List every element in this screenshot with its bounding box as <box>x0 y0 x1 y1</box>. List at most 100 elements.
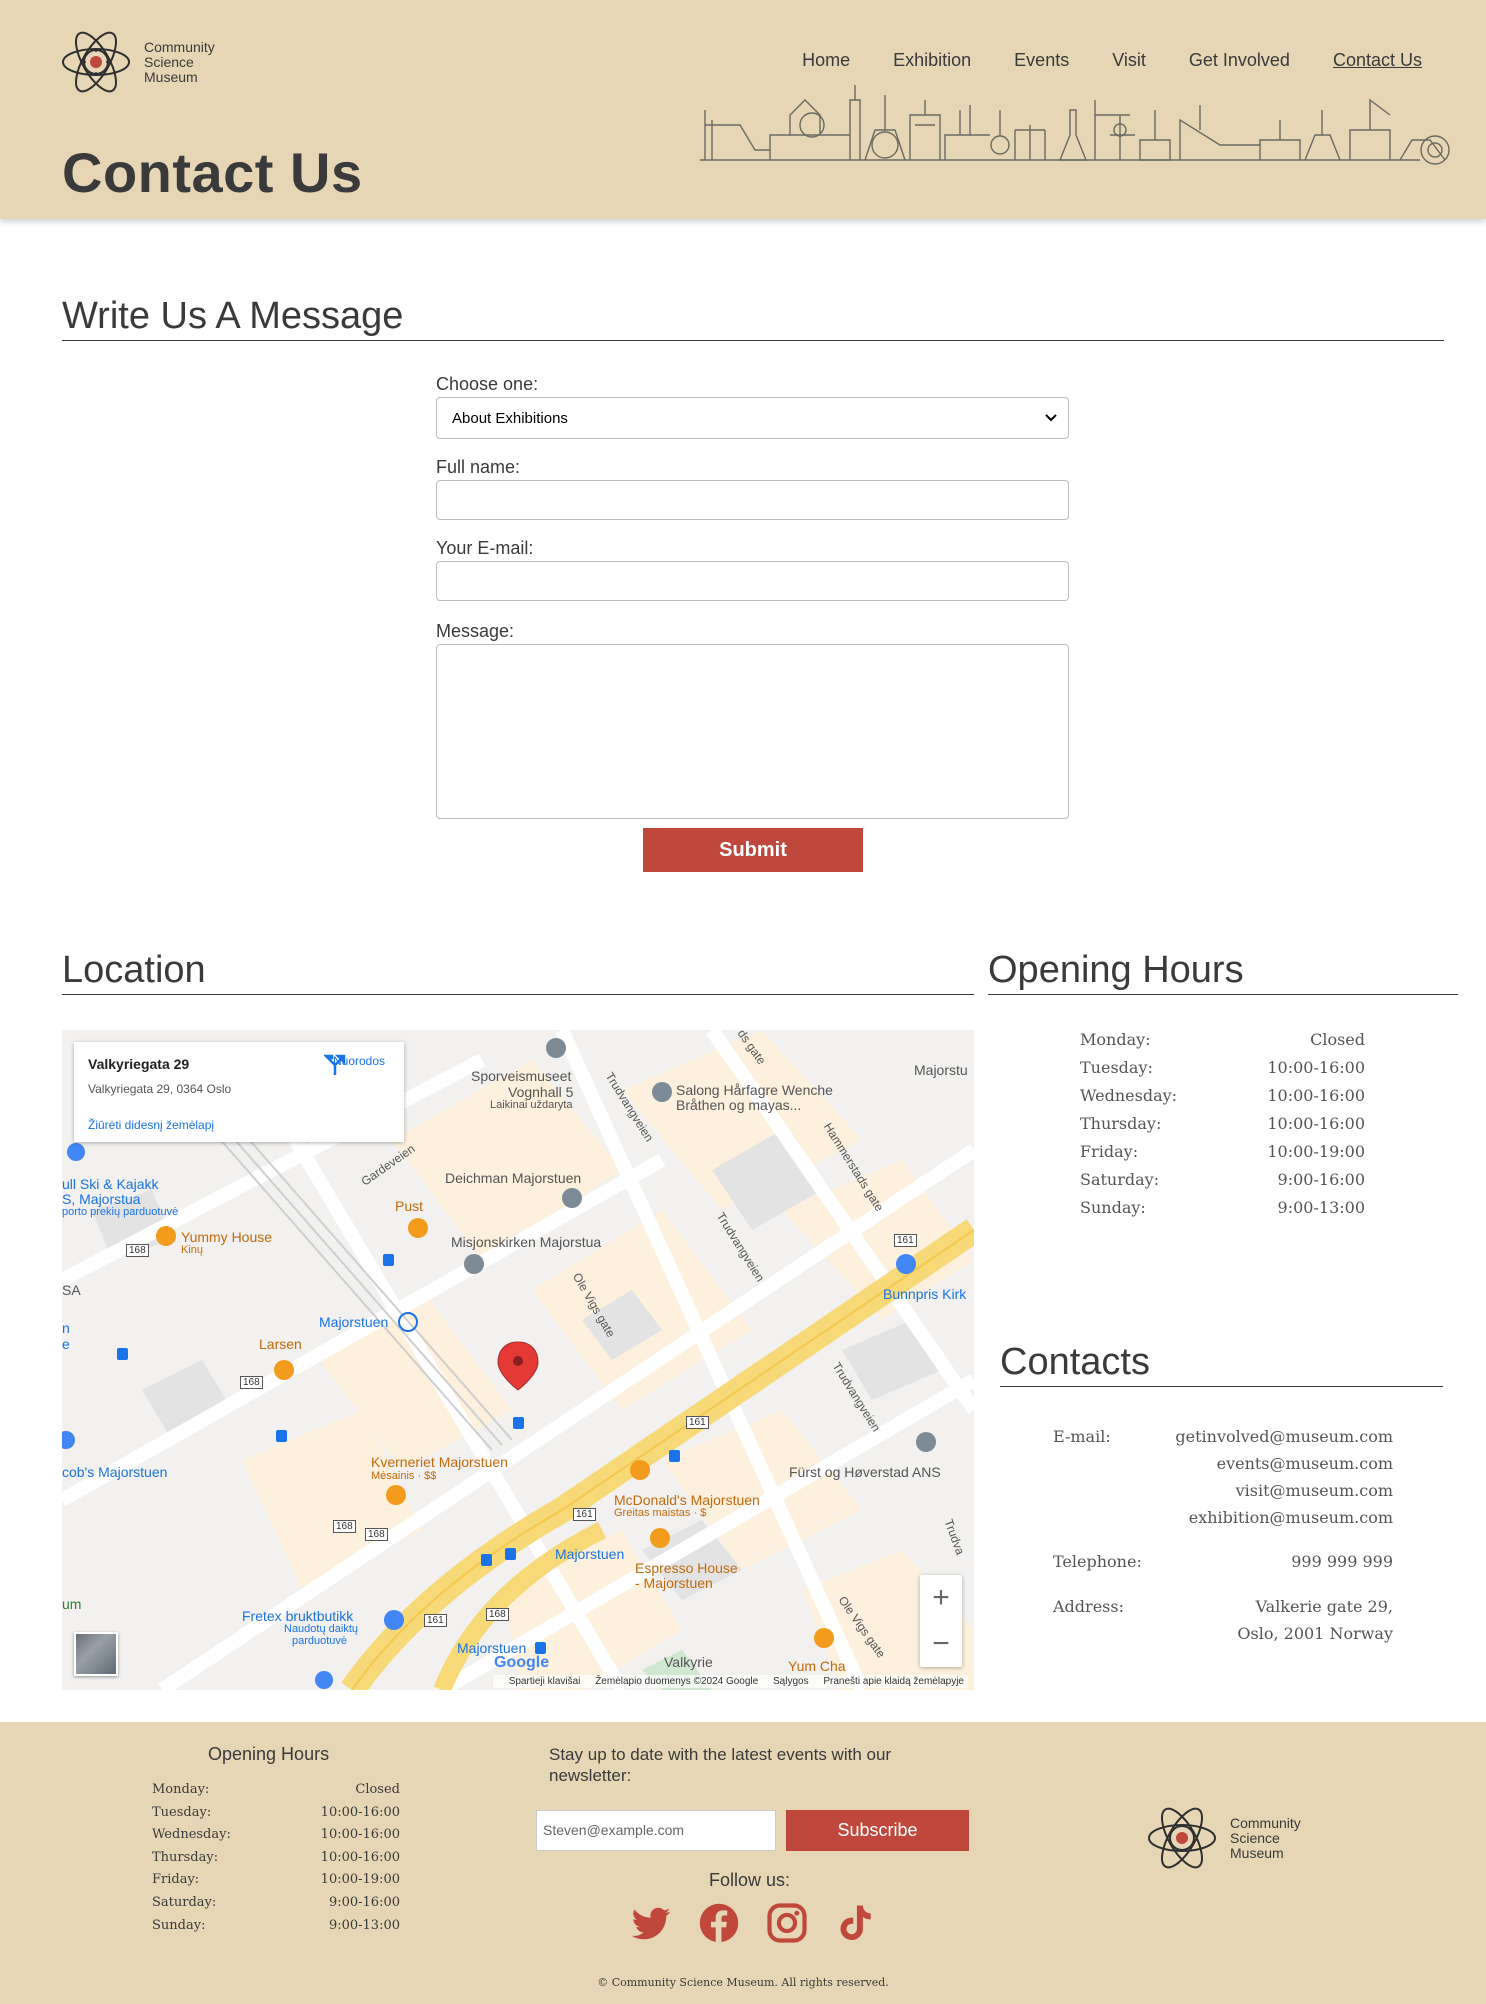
topic-select[interactable]: About Exhibitions <box>436 397 1069 439</box>
opening-hours-list: Monday: Closed Tuesday: 10:00-16:00 Wednes… <box>1080 1030 1365 1226</box>
hours-time: 10:00-19:00 <box>1267 1142 1365 1161</box>
hours-row: Sunday: 9:00-13:00 <box>1080 1198 1365 1226</box>
hours-day: Sunday: <box>1080 1198 1146 1217</box>
footer-hours-day: Saturday: <box>152 1894 217 1910</box>
follow-us-label: Follow us: <box>709 1870 791 1890</box>
newsletter-email-input[interactable]: Steven@example.com <box>536 1810 776 1851</box>
contact-phone-label: Telephone: <box>1053 1552 1142 1571</box>
map-label-ski-2: S, Majorstua <box>62 1191 141 1207</box>
instagram-icon[interactable] <box>766 1902 808 1944</box>
logo-line-2: Science <box>1230 1829 1280 1846</box>
footer-hours-day: Monday: <box>152 1782 210 1797</box>
full-name-label: Full name: <box>436 457 521 477</box>
map-road-168-d: 168 <box>365 1528 388 1541</box>
map-satellite-toggle[interactable] <box>74 1632 118 1676</box>
message-textarea[interactable] <box>436 644 1069 819</box>
map-label-um: um <box>62 1596 82 1612</box>
hours-day: Saturday: <box>1080 1170 1160 1189</box>
social-links <box>630 1902 876 1944</box>
map-zoom-in-button[interactable]: + <box>920 1575 962 1621</box>
map-label-kinu: Kinų <box>181 1244 204 1256</box>
contact-address-line-1: Valkerie gate 29, <box>1255 1597 1393 1616</box>
contact-address-row: Address: Valkerie gate 29, Oslo, 2001 No… <box>1053 1597 1393 1651</box>
map-shortcuts-link[interactable]: Spartieji klavišai <box>509 1676 581 1687</box>
map-card-larger-map-link[interactable]: Žiūrėti didesnį žemėlapį <box>88 1118 214 1132</box>
map-zoom-out-button[interactable]: − <box>920 1621 962 1667</box>
main-nav: Home Exhibition Events Visit Get Involve… <box>759 50 1422 71</box>
footer-logo-text: Community Science Museum <box>1230 1814 1330 1861</box>
hours-time: Closed <box>1310 1030 1365 1049</box>
facebook-icon[interactable] <box>698 1902 740 1944</box>
hours-time: 9:00-13:00 <box>1277 1198 1365 1217</box>
footer-hours-time: 10:00-16:00 <box>320 1804 400 1820</box>
hours-row: Saturday: 9:00-16:00 <box>1080 1170 1365 1198</box>
contact-email-label: E-mail: <box>1053 1427 1111 1446</box>
map-card-title: Valkyriegata 29 <box>88 1056 190 1072</box>
hours-row: Tuesday: 10:00-16:00 <box>1080 1058 1365 1086</box>
map-card-address: Valkyriegata 29, 0364 Oslo <box>88 1082 232 1096</box>
nav-contact-us[interactable]: Contact Us <box>1333 50 1422 71</box>
nav-visit[interactable]: Visit <box>1112 50 1146 71</box>
map-directions-button[interactable]: Nuorodos <box>324 1054 394 1075</box>
map-label-e: e <box>62 1336 70 1352</box>
footer-hours-row: Saturday: 9:00-16:00 <box>152 1895 400 1918</box>
nav-events[interactable]: Events <box>1014 50 1069 71</box>
hours-row: Thursday: 10:00-16:00 <box>1080 1114 1365 1142</box>
map-label-salong: Salong Hårfagre Wenche <box>676 1082 833 1098</box>
map-label-vognhall: Vognhall 5 <box>508 1084 574 1100</box>
logo-line-3: Museum <box>144 68 198 85</box>
map-road-168-c: 168 <box>333 1520 356 1533</box>
nav-exhibition[interactable]: Exhibition <box>893 50 971 71</box>
subscribe-button[interactable]: Subscribe <box>786 1810 969 1851</box>
hours-time: 10:00-16:00 <box>1267 1114 1365 1133</box>
directions-icon <box>324 1054 346 1075</box>
map-embed[interactable]: Sporveismuseet Vognhall 5 Laikinai uždar… <box>62 1030 974 1690</box>
contact-address-line-2: Oslo, 2001 Norway <box>1237 1624 1393 1643</box>
hours-row: Wednesday: 10:00-16:00 <box>1080 1086 1365 1114</box>
contact-email-value[interactable]: exhibition@museum.com <box>1175 1508 1393 1535</box>
full-name-input[interactable] <box>436 480 1069 520</box>
nav-get-involved[interactable]: Get Involved <box>1189 50 1290 71</box>
contact-email-value[interactable]: events@museum.com <box>1175 1454 1393 1481</box>
site-logo[interactable]: Community Science Museum <box>60 28 244 96</box>
map-road-161-b: 161 <box>686 1416 709 1429</box>
logo-line-3: Museum <box>1230 1844 1284 1861</box>
map-label-mcdonalds: McDonald's Majorstuen <box>614 1492 760 1508</box>
footer-hours-day: Wednesday: <box>152 1827 231 1843</box>
lab-equipment-illustration <box>700 85 1450 165</box>
footer-hours-day: Thursday: <box>152 1849 219 1865</box>
map-label-sporveismuseet: Sporveismuseet <box>471 1068 572 1084</box>
footer-hours-row: Wednesday: 10:00-16:00 <box>152 1827 400 1850</box>
map-label-fretex: Fretex bruktbutikk <box>242 1608 354 1624</box>
map-label-laikinai: Laikinai uždaryta <box>490 1099 573 1111</box>
hours-time: 9:00-16:00 <box>1277 1170 1365 1189</box>
map-label-kverneriet: Kverneriet Majorstuen <box>371 1454 508 1470</box>
map-label-espresso-1: Espresso House <box>635 1560 738 1576</box>
footer-hours-row: Tuesday: 10:00-16:00 <box>152 1805 400 1828</box>
contact-phone-value[interactable]: 999 999 999 <box>1291 1552 1393 1579</box>
email-input[interactable] <box>436 561 1069 601</box>
logo-line-1: Community <box>144 38 215 55</box>
map-road-161-d: 161 <box>424 1614 447 1627</box>
logo-line-1: Community <box>1230 1814 1301 1831</box>
hours-time: 10:00-16:00 <box>1267 1086 1365 1105</box>
footer-hours-day: Friday: <box>152 1872 200 1888</box>
contact-email-value[interactable]: getinvolved@museum.com <box>1175 1427 1393 1454</box>
nav-home[interactable]: Home <box>802 50 850 71</box>
map-report-link[interactable]: Pranešti apie klaidą žemėlapyje <box>823 1676 964 1687</box>
map-terms-link[interactable]: Sąlygos <box>773 1676 809 1687</box>
footer-logo[interactable]: Community Science Museum <box>1146 1804 1330 1872</box>
twitter-icon[interactable] <box>630 1902 672 1944</box>
map-label-deichman: Deichman Majorstuen <box>445 1170 582 1186</box>
map-label-pust: Pust <box>395 1198 424 1214</box>
footer-hours-row: Thursday: 10:00-16:00 <box>152 1850 400 1873</box>
map-road-161-a: 161 <box>894 1234 917 1247</box>
map-label-naudotu-1: Naudotų daiktų <box>284 1623 358 1635</box>
map-label-majorstuen-t: Majorstuen <box>319 1314 389 1330</box>
submit-button[interactable]: Submit <box>643 828 863 872</box>
map-label-furst: Fürst og Høverstad ANS <box>789 1464 941 1480</box>
contact-email-value[interactable]: visit@museum.com <box>1175 1481 1393 1508</box>
tiktok-icon[interactable] <box>834 1902 876 1944</box>
location-heading: Location <box>62 948 974 995</box>
map-zoom-controls: + − <box>920 1575 962 1667</box>
